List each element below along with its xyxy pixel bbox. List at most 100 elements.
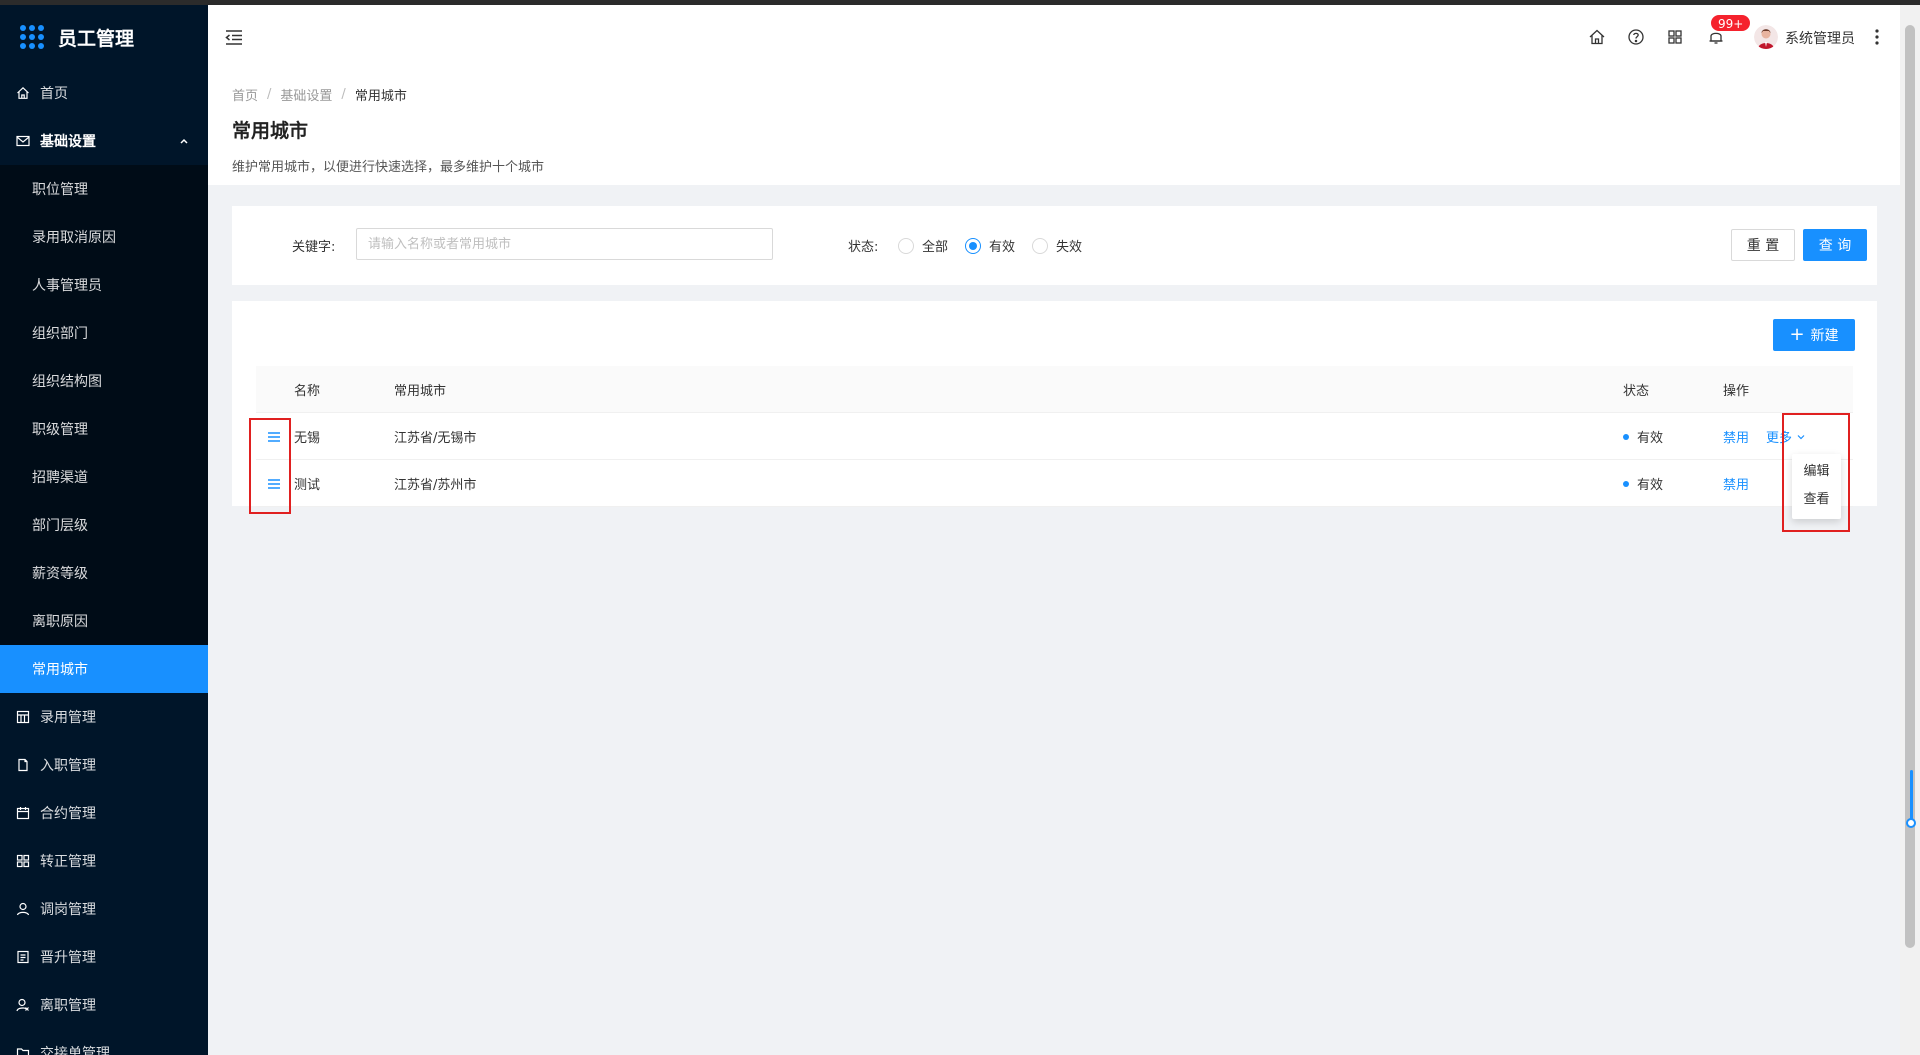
sidebar-subitem-org-chart[interactable]: 组织结构图 xyxy=(0,357,208,405)
breadcrumb-home[interactable]: 首页 xyxy=(232,85,258,104)
sidebar-item-promotion[interactable]: 晋升管理 xyxy=(0,933,208,981)
sidebar-item-label: 录用管理 xyxy=(40,710,96,726)
radio-label: 失效 xyxy=(1056,240,1083,255)
sidebar-item-label: 首页 xyxy=(40,86,68,102)
disable-link[interactable]: 禁用 xyxy=(1723,427,1749,446)
breadcrumb-basic-settings[interactable]: 基础设置 xyxy=(280,85,332,104)
sidebar-item-resignation[interactable]: 离职管理 xyxy=(0,981,208,1029)
sidebar-subitem-leave-reason[interactable]: 离职原因 xyxy=(0,597,208,645)
sidebar-subitem-hire-cancel-reason[interactable]: 录用取消原因 xyxy=(0,213,208,261)
sidebar-subitem-salary-grade[interactable]: 薪资等级 xyxy=(0,549,208,597)
drag-handle-icon xyxy=(268,431,280,442)
file-icon xyxy=(16,758,30,772)
sidebar-item-transfer[interactable]: 调岗管理 xyxy=(0,885,208,933)
sidebar-subitem-department-level[interactable]: 部门层级 xyxy=(0,501,208,549)
sidebar-item-basic-settings[interactable]: 基础设置 xyxy=(0,117,208,165)
city-table-card: + 新建 名称 常用城市 状态 操作 无锡 江苏省/无锡市 有效 禁用 更多 测… xyxy=(232,301,1877,507)
sidebar-subitem-rank[interactable]: 职级管理 xyxy=(0,405,208,453)
app-title: 员工管理 xyxy=(58,27,135,50)
cell-actions: 禁用 更多 xyxy=(1723,413,1806,460)
radio-circle xyxy=(1032,237,1048,254)
status-dot-icon xyxy=(1623,433,1629,440)
help-icon[interactable] xyxy=(1627,28,1645,46)
new-button-label: 新建 xyxy=(1810,328,1839,344)
sidebar-subitem-recruit-channel[interactable]: 招聘渠道 xyxy=(0,453,208,501)
column-header-actions: 操作 xyxy=(1723,384,1750,399)
new-button[interactable]: + 新建 xyxy=(1773,319,1855,351)
search-form: 关键字: 状态: 全部 有效 失效 重 置 查 询 xyxy=(232,206,1877,285)
sidebar-item-label: 入职管理 xyxy=(40,758,96,774)
keyword-input[interactable] xyxy=(356,228,773,260)
breadcrumb-separator: / xyxy=(267,86,272,102)
page-header: 首页 / 基础设置 / 常用城市 常用城市 维护常用城市，以便进行快速选择，最多… xyxy=(208,69,1900,185)
home-icon[interactable] xyxy=(1588,28,1606,46)
brand[interactable]: 员工管理 xyxy=(0,5,208,69)
table-header: 名称 常用城市 状态 操作 xyxy=(256,366,1853,413)
grid-icon xyxy=(16,854,30,868)
column-header-name: 名称 xyxy=(294,384,321,399)
basic-settings-submenu: 职位管理 录用取消原因 人事管理员 组织部门 组织结构图 职级管理 招聘渠道 部… xyxy=(0,165,208,693)
drag-handle[interactable] xyxy=(264,460,284,507)
disable-link[interactable]: 禁用 xyxy=(1723,474,1749,493)
sidebar-item-label: 合约管理 xyxy=(40,806,96,822)
sidebar: 员工管理 首页 基础设置 职位管理 录用取消原因 人事管理员 组织部门 组织结构… xyxy=(0,5,208,1055)
drag-handle-icon xyxy=(268,478,280,489)
chevron-up-icon xyxy=(178,135,190,147)
page-description: 维护常用城市，以便进行快速选择，最多维护十个城市 xyxy=(232,160,545,175)
sidebar-item-label: 转正管理 xyxy=(40,854,96,870)
user-exit-icon xyxy=(16,998,30,1012)
drag-handle[interactable] xyxy=(264,413,284,460)
menu-item-view[interactable]: 查看 xyxy=(1792,486,1841,514)
more-vertical-icon[interactable] xyxy=(1873,27,1881,47)
top-header: 99+ 系统管理员 xyxy=(208,5,1900,69)
username[interactable]: 系统管理员 xyxy=(1785,28,1855,48)
table-row: 无锡 江苏省/无锡市 有效 禁用 更多 xyxy=(256,413,1853,460)
status-radio-valid[interactable]: 有效 xyxy=(965,236,1015,255)
table-row: 测试 江苏省/苏州市 有效 禁用 xyxy=(256,460,1853,507)
cell-city: 江苏省/无锡市 xyxy=(394,431,477,446)
cell-status: 有效 xyxy=(1623,413,1663,460)
status-radio-invalid[interactable]: 失效 xyxy=(1032,236,1082,255)
cell-name: 无锡 xyxy=(294,431,321,446)
cell-city: 江苏省/苏州市 xyxy=(394,478,477,493)
query-button[interactable]: 查 询 xyxy=(1803,229,1867,261)
apps-icon[interactable] xyxy=(1666,28,1684,46)
home-icon xyxy=(16,86,30,100)
doc-icon xyxy=(16,950,30,964)
sidebar-subitem-org-department[interactable]: 组织部门 xyxy=(0,309,208,357)
radio-label: 全部 xyxy=(922,240,949,255)
sidebar-subitem-position[interactable]: 职位管理 xyxy=(0,165,208,213)
reset-button[interactable]: 重 置 xyxy=(1731,229,1795,261)
sidebar-item-label: 基础设置 xyxy=(40,134,96,150)
status-label: 状态: xyxy=(848,240,879,255)
sidebar-item-onboarding[interactable]: 入职管理 xyxy=(0,741,208,789)
sidebar-item-home[interactable]: 首页 xyxy=(0,69,208,117)
sidebar-item-label: 离职管理 xyxy=(40,998,96,1014)
scroll-position-marker-dot xyxy=(1906,818,1916,828)
table-icon xyxy=(16,710,30,724)
sidebar-subitem-common-city[interactable]: 常用城市 xyxy=(0,645,208,693)
more-dropdown-trigger[interactable]: 更多 xyxy=(1766,427,1806,446)
cell-status: 有效 xyxy=(1623,460,1663,507)
keyword-label: 关键字: xyxy=(292,240,336,255)
breadcrumb-current: 常用城市 xyxy=(354,88,407,104)
sidebar-item-regularization[interactable]: 转正管理 xyxy=(0,837,208,885)
sidebar-item-label: 调岗管理 xyxy=(40,902,96,918)
city-table: 名称 常用城市 状态 操作 无锡 江苏省/无锡市 有效 禁用 更多 测试 江苏省… xyxy=(256,366,1853,507)
cell-actions: 禁用 xyxy=(1723,460,1749,507)
sidebar-subitem-hr-admin[interactable]: 人事管理员 xyxy=(0,261,208,309)
notification-badge: 99+ xyxy=(1710,14,1752,32)
plus-icon: + xyxy=(1789,324,1805,345)
sidebar-item-hiring[interactable]: 录用管理 xyxy=(0,693,208,741)
apps-grid-icon xyxy=(20,25,44,49)
menu-fold-icon[interactable] xyxy=(224,27,244,47)
sidebar-item-contract[interactable]: 合约管理 xyxy=(0,789,208,837)
status-radio-all[interactable]: 全部 xyxy=(898,236,948,255)
page-title: 常用城市 xyxy=(232,120,309,142)
sidebar-item-label: 晋升管理 xyxy=(40,950,96,966)
avatar[interactable] xyxy=(1754,25,1778,49)
menu-item-edit[interactable]: 编辑 xyxy=(1792,458,1841,486)
sidebar-item-handover[interactable]: 交接单管理 xyxy=(0,1029,208,1055)
column-header-status: 状态 xyxy=(1623,384,1650,399)
radio-circle xyxy=(965,237,981,254)
